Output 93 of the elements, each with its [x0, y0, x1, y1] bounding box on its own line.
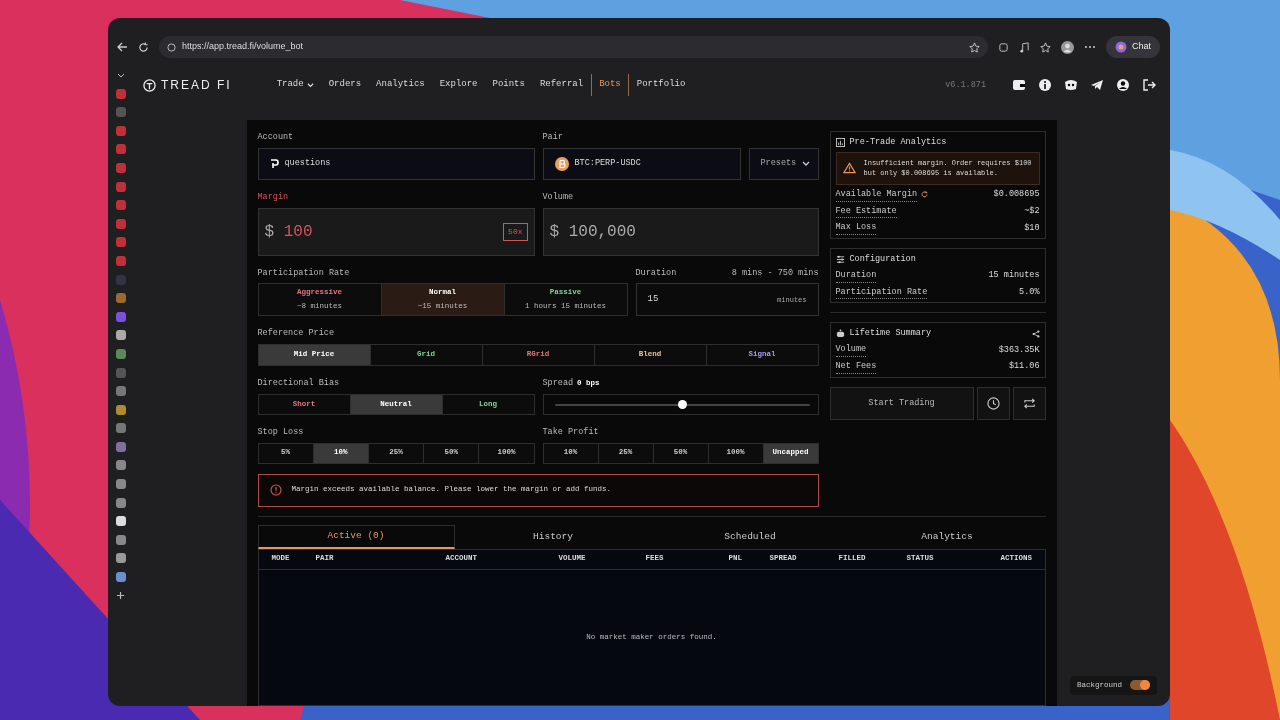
chevron-down-icon [802, 159, 811, 168]
volume-input[interactable]: $ 100,000 [542, 207, 819, 256]
address-bar[interactable]: https://app.tread.fi/volume_bot [159, 36, 988, 58]
site-info-icon[interactable] [167, 42, 176, 52]
background-toggle[interactable] [1130, 680, 1150, 691]
tab[interactable]: History [454, 524, 652, 549]
field-label: Pair [542, 131, 563, 144]
field-label: Directional Bias [257, 377, 340, 390]
user-icon[interactable] [1116, 78, 1130, 92]
duration-range-text: 8 mins - 750 mins [731, 266, 819, 280]
tab-icon[interactable] [115, 330, 126, 341]
start-trading-button[interactable]: Start Trading [829, 386, 974, 420]
swap-button[interactable] [1012, 386, 1046, 420]
metric-label: Fee Estimate [835, 204, 897, 219]
metric-label: Volume [835, 343, 867, 357]
nav-link[interactable]: Bots [591, 74, 629, 96]
nav-link[interactable]: Points [485, 74, 532, 96]
repeat-icon [1022, 396, 1036, 410]
tab-icon[interactable] [115, 404, 126, 415]
metric-label: Available Margin [835, 187, 918, 202]
schedule-button[interactable] [976, 386, 1010, 420]
wallet-icon[interactable] [1012, 78, 1026, 92]
metric-label: Net Fees [835, 359, 877, 374]
sliders-icon [835, 254, 845, 264]
tab-icon[interactable] [115, 553, 126, 564]
tab-icon[interactable] [115, 516, 126, 527]
logo-text: TREAD FI [161, 77, 232, 94]
logout-icon[interactable] [1142, 78, 1156, 92]
metric-value: 5.0% [1019, 286, 1040, 299]
metric-label: Duration [835, 268, 877, 283]
clock-icon [986, 396, 1000, 410]
chevron-down-icon [306, 81, 314, 89]
metric-value: $0.008695 [993, 188, 1040, 201]
account-logo-icon [269, 158, 279, 169]
favorites-icon[interactable] [1040, 41, 1051, 53]
tab-icon[interactable] [115, 572, 126, 583]
version-text: v6.1.871 [945, 78, 986, 92]
copilot-icon [1115, 41, 1127, 53]
extension-icon[interactable] [998, 41, 1009, 53]
paper-plane-icon[interactable] [1090, 78, 1104, 92]
tab[interactable]: Scheduled [651, 524, 849, 549]
back-icon[interactable] [116, 41, 128, 53]
chat-button[interactable]: Chat [1106, 36, 1160, 58]
share-icon[interactable] [1031, 329, 1040, 338]
metric-label: Participation Rate [835, 285, 928, 300]
nav-link[interactable]: Referral [532, 74, 591, 96]
bitcoin-icon [554, 156, 569, 171]
field-label: Duration [635, 266, 677, 280]
field-label: Participation Rate [257, 266, 350, 280]
card-title: Configuration [849, 253, 916, 266]
slider-thumb[interactable] [678, 399, 687, 409]
margin-input[interactable]: $ 100 50x [257, 207, 535, 256]
metric-label: Max Loss [835, 221, 877, 235]
card-title: Lifetime Summary [849, 327, 932, 340]
chevron-down-icon[interactable] [116, 72, 125, 80]
card-title: Pre-Trade Analytics [849, 136, 947, 149]
field-label: Stop Loss [257, 425, 304, 439]
tab[interactable]: Analytics [848, 524, 1046, 549]
profile-avatar-icon[interactable] [1061, 40, 1074, 54]
leverage-badge[interactable]: 50x [503, 222, 528, 241]
chart-icon [835, 137, 845, 147]
nav-link[interactable]: Trade [269, 74, 321, 96]
metric-value: 15 minutes [988, 269, 1040, 282]
logo-icon[interactable] [143, 78, 156, 92]
star-icon[interactable] [969, 41, 980, 53]
metric-value: ~$2 [1024, 205, 1040, 218]
info-icon[interactable] [1038, 78, 1052, 92]
pair-select[interactable]: BTC:PERP-USDC [542, 147, 741, 180]
url-text: https://app.tread.fi/volume_bot [182, 40, 304, 54]
warning-icon [842, 162, 856, 175]
metric-value: $11.06 [1008, 360, 1040, 373]
refresh-icon[interactable] [921, 191, 929, 199]
metric-value: $363.35K [998, 343, 1040, 357]
spread-slider[interactable] [542, 393, 819, 415]
presets-button[interactable]: Presets [748, 147, 819, 180]
field-label: Reference Price [257, 327, 334, 340]
plus-icon[interactable] [116, 590, 125, 600]
refresh-icon[interactable] [138, 41, 149, 53]
nav-link[interactable]: Explore [432, 74, 485, 96]
field-label: Margin [257, 190, 289, 204]
metric-value: $10 [1024, 221, 1040, 235]
field-label: Volume [542, 190, 574, 204]
chat-bubble-icon[interactable] [1064, 78, 1078, 92]
alert-icon [269, 484, 282, 496]
nav-link[interactable]: Analytics [369, 74, 432, 96]
field-label: Take Profit [542, 425, 599, 439]
nav-link[interactable]: Orders [321, 74, 369, 96]
robot-icon [835, 329, 845, 339]
account-select[interactable]: questions [257, 147, 535, 180]
field-label: Spread [542, 377, 574, 390]
field-label: Account [257, 131, 294, 144]
music-icon[interactable] [1019, 41, 1030, 53]
nav-link[interactable]: Portfolio [629, 74, 693, 96]
